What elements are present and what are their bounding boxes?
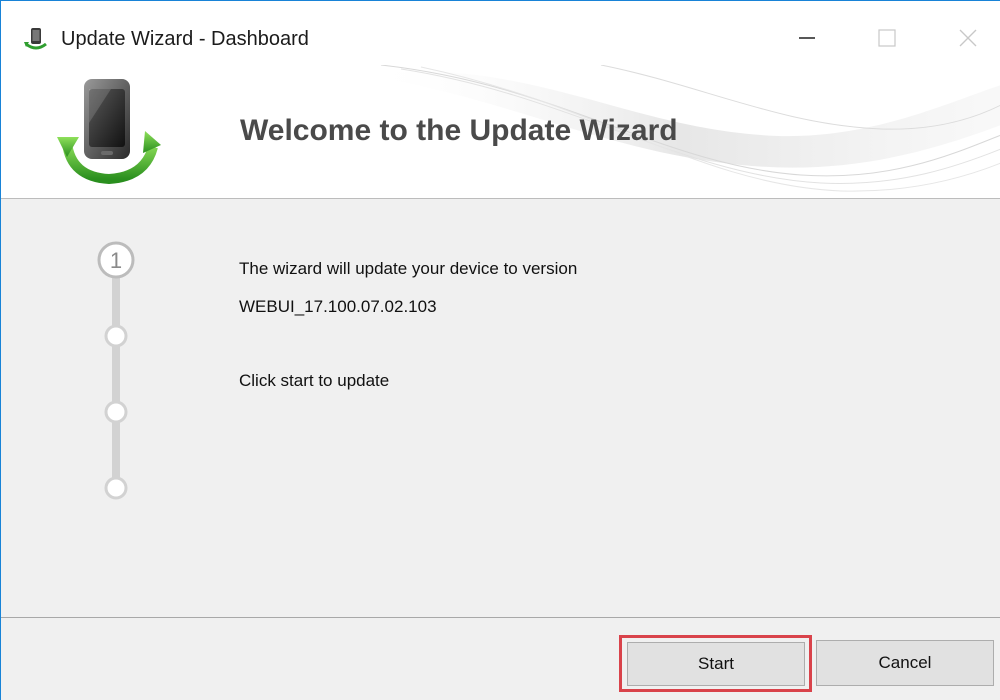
target-version: WEBUI_17.100.07.02.103 bbox=[239, 297, 437, 316]
update-wizard-window: Update Wizard - Dashboard Welcome to the… bbox=[0, 0, 1000, 700]
phone-update-icon bbox=[24, 28, 47, 50]
step-4-marker bbox=[104, 476, 128, 500]
header-title: Welcome to the Update Wizard bbox=[240, 114, 678, 147]
cancel-button[interactable]: Cancel bbox=[816, 640, 994, 686]
minimize-icon bbox=[799, 37, 815, 39]
step-1-number: 1 bbox=[110, 248, 122, 273]
instruction-text: Click start to update bbox=[239, 371, 390, 390]
close-button[interactable] bbox=[945, 15, 991, 61]
step-progress-indicator: 1 bbox=[97, 241, 135, 500]
maximize-button[interactable] bbox=[864, 15, 910, 61]
minimize-button[interactable] bbox=[784, 15, 830, 61]
close-icon bbox=[959, 29, 977, 47]
window-title: Update Wizard - Dashboard bbox=[61, 28, 309, 50]
title-bar[interactable]: Update Wizard - Dashboard bbox=[1, 1, 1000, 65]
wizard-footer: Start Cancel bbox=[1, 618, 1000, 700]
step-3-marker bbox=[104, 400, 128, 424]
start-button[interactable]: Start bbox=[627, 642, 805, 686]
wizard-header: Welcome to the Update Wizard bbox=[1, 65, 1000, 199]
step-2-marker bbox=[104, 324, 128, 348]
phone-sync-icon bbox=[57, 79, 161, 185]
wizard-content: 1 The wizard will update your device to … bbox=[1, 199, 1000, 617]
update-description: The wizard will update your device to ve… bbox=[239, 259, 578, 278]
maximize-icon bbox=[878, 29, 896, 47]
